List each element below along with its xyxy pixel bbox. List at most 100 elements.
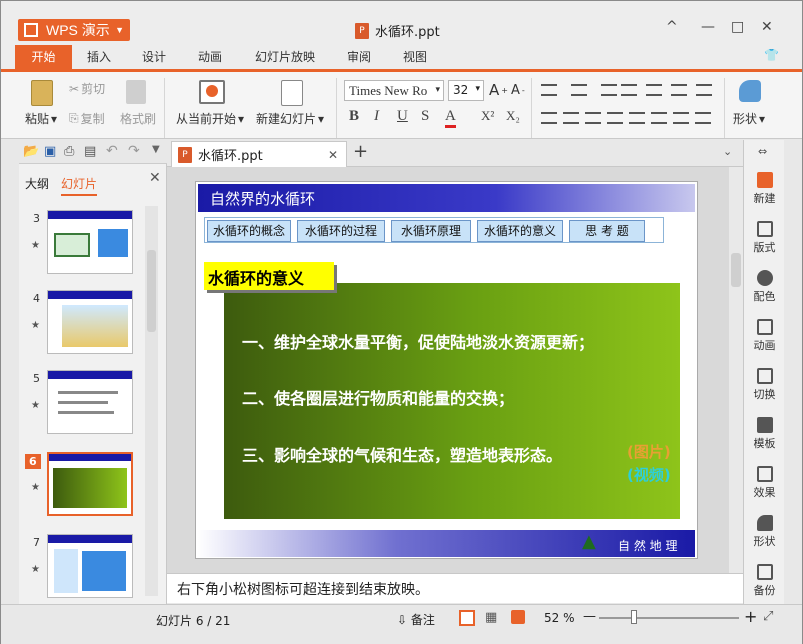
task-effects[interactable]: 效果	[744, 466, 785, 500]
nav-principle-button[interactable]: 水循环原理	[391, 220, 471, 242]
video-link[interactable]: (视频)	[627, 464, 671, 485]
distribute-icon[interactable]	[629, 112, 645, 124]
tab-insert[interactable]: 插入	[87, 48, 111, 65]
slide-canvas[interactable]: 自然界的水循环 水循环的概念 水循环的过程 水循环原理 水循环的意义 思 考 题…	[195, 181, 698, 559]
italic-button[interactable]: I	[374, 108, 379, 125]
skin-icon[interactable]: 👕	[764, 48, 779, 62]
notes-toggle[interactable]: ⇩ 备注	[397, 611, 435, 628]
font-name-select[interactable]: Times New Ro ▾	[344, 80, 444, 101]
tab-list-icon[interactable]: ⌄	[723, 145, 732, 158]
task-shapes[interactable]: 形状	[744, 515, 785, 549]
tab-home[interactable]: 开始	[15, 45, 72, 69]
nav-questions-button[interactable]: 思 考 题	[569, 220, 645, 242]
zoom-in-icon[interactable]: +	[744, 607, 757, 626]
new-tab-button[interactable]: +	[353, 141, 368, 162]
align-center-icon[interactable]	[563, 112, 579, 124]
numbering-icon[interactable]	[571, 84, 587, 96]
ribbon-collapse-button[interactable]: ^	[666, 19, 678, 35]
paragraph-icon[interactable]	[695, 112, 711, 124]
bullets-icon[interactable]	[541, 84, 557, 96]
format-painter-icon[interactable]	[126, 80, 146, 104]
collapse-pane-icon[interactable]: ⇔	[758, 145, 767, 158]
slideshow-icon[interactable]	[511, 610, 525, 624]
shapes-icon[interactable]	[739, 80, 761, 102]
scrollbar-thumb[interactable]	[147, 250, 156, 332]
increase-indent-icon[interactable]	[621, 84, 637, 96]
columns-icon[interactable]	[671, 84, 687, 96]
fit-window-icon[interactable]: ⤢	[763, 609, 773, 624]
slide-sorter-icon[interactable]: ▦	[485, 610, 497, 625]
customize-chevron-icon[interactable]: ▼	[152, 144, 160, 155]
text-box-icon[interactable]	[673, 112, 689, 124]
picture-link[interactable]: (图片)	[627, 441, 671, 462]
task-animation[interactable]: 动画	[744, 319, 785, 353]
paste-icon[interactable]	[31, 80, 53, 106]
minimize-button[interactable]: —	[701, 19, 715, 35]
tab-design[interactable]: 设计	[142, 48, 166, 65]
copy-button[interactable]: ⎘ 复制	[69, 110, 105, 127]
nav-concept-button[interactable]: 水循环的概念	[207, 220, 291, 242]
new-slide-icon[interactable]	[281, 80, 303, 106]
tab-animation[interactable]: 动画	[198, 48, 222, 65]
close-tab-icon[interactable]: ✕	[328, 148, 338, 162]
play-slideshow-icon[interactable]	[199, 80, 225, 104]
save-icon[interactable]: ▣	[44, 144, 56, 159]
bold-button[interactable]: B	[349, 108, 359, 125]
scrollbar-thumb[interactable]	[731, 253, 741, 287]
tab-view[interactable]: 视图	[403, 48, 427, 65]
task-layout[interactable]: 版式	[744, 221, 785, 255]
line-spacing-icon[interactable]	[646, 84, 662, 96]
maximize-button[interactable]: □	[731, 19, 744, 35]
subscript-button[interactable]: X₂	[506, 108, 520, 124]
slide-thumbnail[interactable]	[47, 210, 133, 274]
play-from-current-button[interactable]: 从当前开始 ▾	[176, 110, 244, 127]
strikethrough-button[interactable]: S	[421, 108, 429, 125]
nav-process-button[interactable]: 水循环的过程	[297, 220, 385, 242]
task-backup[interactable]: 备份	[744, 564, 785, 598]
tab-outline[interactable]: 大纲	[25, 175, 49, 192]
close-button[interactable]: ✕	[761, 19, 773, 35]
superscript-button[interactable]: X²	[481, 108, 494, 124]
cut-button[interactable]: ✂ 剪切	[69, 80, 105, 97]
task-transition[interactable]: 切换	[744, 368, 785, 402]
wps-app-menu-button[interactable]: WPS 演示 ▼	[18, 19, 130, 41]
format-painter-button[interactable]: 格式刷	[120, 110, 156, 127]
tab-review[interactable]: 审阅	[347, 48, 371, 65]
print-preview-icon[interactable]: ▤	[84, 144, 96, 159]
zoom-slider[interactable]	[599, 617, 739, 619]
normal-view-icon[interactable]	[459, 610, 475, 626]
task-color-scheme[interactable]: 配色	[744, 270, 785, 304]
grow-font-icon[interactable]: A +	[489, 81, 508, 99]
slide-thumbnail[interactable]	[47, 370, 133, 434]
notes-pane[interactable]: 右下角小松树图标可超连接到结束放映。	[167, 573, 743, 603]
align-left-icon[interactable]	[541, 112, 557, 124]
editor-scrollbar[interactable]	[729, 167, 743, 573]
tab-slideshow[interactable]: 幻灯片放映	[255, 48, 315, 65]
document-tab[interactable]: P 水循环.ppt ✕	[171, 141, 347, 167]
zoom-out-icon[interactable]: —	[583, 609, 596, 624]
zoom-slider-thumb[interactable]	[631, 610, 637, 624]
underline-button[interactable]: U	[397, 108, 408, 125]
slide-thumbnail[interactable]	[47, 534, 133, 598]
task-new[interactable]: 新建	[744, 172, 785, 206]
task-template[interactable]: 模板	[744, 417, 785, 451]
decrease-indent-icon[interactable]	[601, 84, 617, 96]
new-slide-button[interactable]: 新建幻灯片 ▾	[256, 110, 324, 127]
print-icon[interactable]: ⎙	[64, 144, 74, 159]
tab-slides[interactable]: 幻灯片	[61, 175, 98, 196]
slide-thumbnail[interactable]	[47, 290, 133, 354]
font-size-select[interactable]: 32 ▾	[448, 80, 484, 101]
text-direction-icon[interactable]	[696, 84, 712, 96]
pine-tree-icon[interactable]: ▲	[582, 531, 596, 552]
shapes-button[interactable]: 形状 ▾	[733, 110, 765, 127]
nav-significance-button[interactable]: 水循环的意义	[477, 220, 563, 242]
open-folder-icon[interactable]: 📂	[23, 144, 39, 159]
paste-button[interactable]: 粘贴 ▾	[25, 110, 57, 127]
align-right-icon[interactable]	[585, 112, 601, 124]
font-color-button[interactable]: A	[445, 108, 456, 128]
close-panel-icon[interactable]: ✕	[149, 170, 161, 186]
shrink-font-icon[interactable]: A-	[511, 83, 525, 98]
justify-icon[interactable]	[607, 112, 623, 124]
panel-scrollbar[interactable]	[145, 206, 158, 596]
redo-icon[interactable]: ↷	[128, 143, 140, 159]
